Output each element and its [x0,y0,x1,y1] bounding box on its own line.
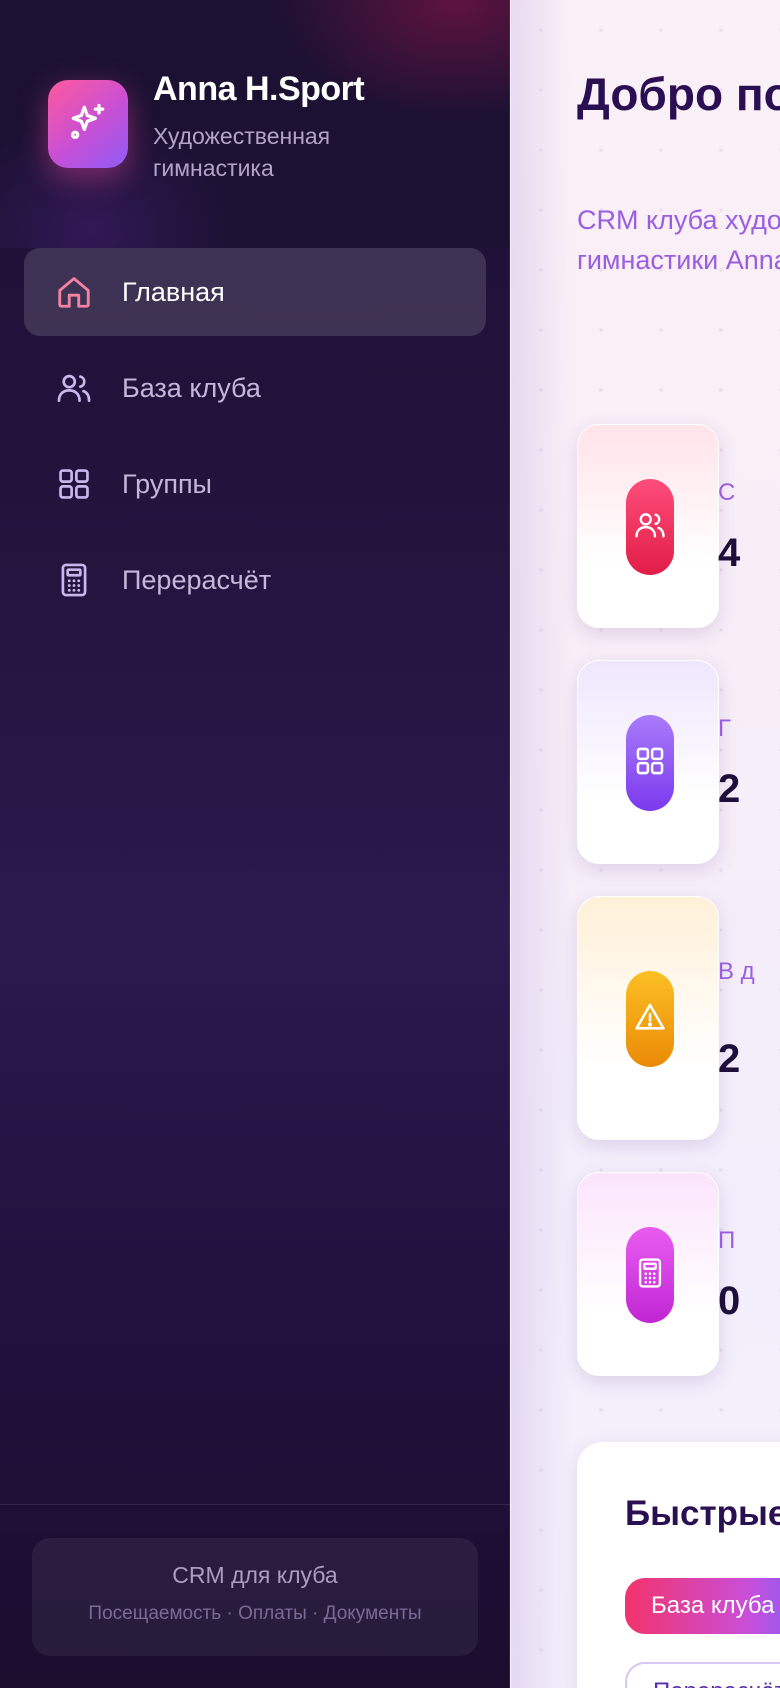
grid-icon [633,744,667,783]
page-title: Добро пожаловать [577,68,780,120]
sidebar-item-label: Главная [122,276,225,307]
brand-logo[interactable] [48,80,128,168]
sidebar-footer: CRM для клуба Посещаемость · Оплаты · До… [32,1538,478,1656]
sidebar-item-recalculation[interactable]: Перерасчёт [24,536,486,624]
sidebar-footer-links: Посещаемость · Оплаты · Документы [88,1603,422,1624]
warning-icon [633,1000,667,1039]
quick-actions-panel: Быстрые действия База клуба Перерасчёт [577,1442,780,1688]
sidebar: Anna H.Sport Художественная гимнастика Г… [0,0,510,1688]
home-icon [54,272,94,312]
page-subtitle: CRM клуба художественной гимнастики Anna… [577,205,780,275]
stat-card-icon-bg [626,1227,674,1323]
quick-actions-title: Быстрые действия [625,1494,780,1533]
sidebar-divider [0,1504,510,1505]
main-content: Добро пожаловать CRM клуба художественно… [511,0,780,1688]
sidebar-item-label: Группы [122,468,212,499]
brand-title: Anna H.Sport [153,70,365,108]
sidebar-footer-title: CRM для клуба [172,1562,338,1588]
sidebar-item-label: База клуба [122,372,261,403]
brand-header: Anna H.Sport Художественная гимнастика [0,0,510,248]
stat-card-value: 0 [718,1279,741,1323]
stat-card-icon-bg [626,715,674,811]
users-icon [54,368,94,408]
sidebar-nav: Главная База клуба Группы Перерасчёт [24,248,486,632]
stat-card-icon-bg [626,971,674,1067]
sidebar-item-club-base[interactable]: База клуба [24,344,486,432]
sidebar-item-groups[interactable]: Группы [24,440,486,528]
stat-card-label: Г [718,715,731,742]
stat-card-groups[interactable]: Г 2 [577,660,740,864]
stat-card-icon-bg [626,479,674,575]
sidebar-item-home[interactable]: Главная [24,248,486,336]
stat-card-members[interactable]: С 4 [577,424,740,628]
club-base-button[interactable]: База клуба [625,1578,780,1634]
stat-card-value: 2 [718,1037,741,1081]
stat-card-label: П [718,1227,736,1254]
stat-card-label: В д [718,958,755,985]
sidebar-item-label: Перерасчёт [122,564,272,595]
stat-card-label: С [718,479,736,506]
calculator-icon [633,1256,667,1295]
recalculation-button[interactable]: Перерасчёт [625,1662,780,1688]
stat-card-warnings[interactable]: В д 2 [577,896,755,1140]
grid-icon [54,464,94,504]
calculator-icon [54,560,94,600]
sparkles-icon [66,100,110,149]
stat-card-value: 4 [718,531,741,575]
users-icon [633,508,667,547]
stat-card-recalculation[interactable]: П 0 [577,1172,740,1376]
brand-subtitle: Художественная гимнастика [153,123,331,181]
stat-card-value: 2 [718,767,741,811]
